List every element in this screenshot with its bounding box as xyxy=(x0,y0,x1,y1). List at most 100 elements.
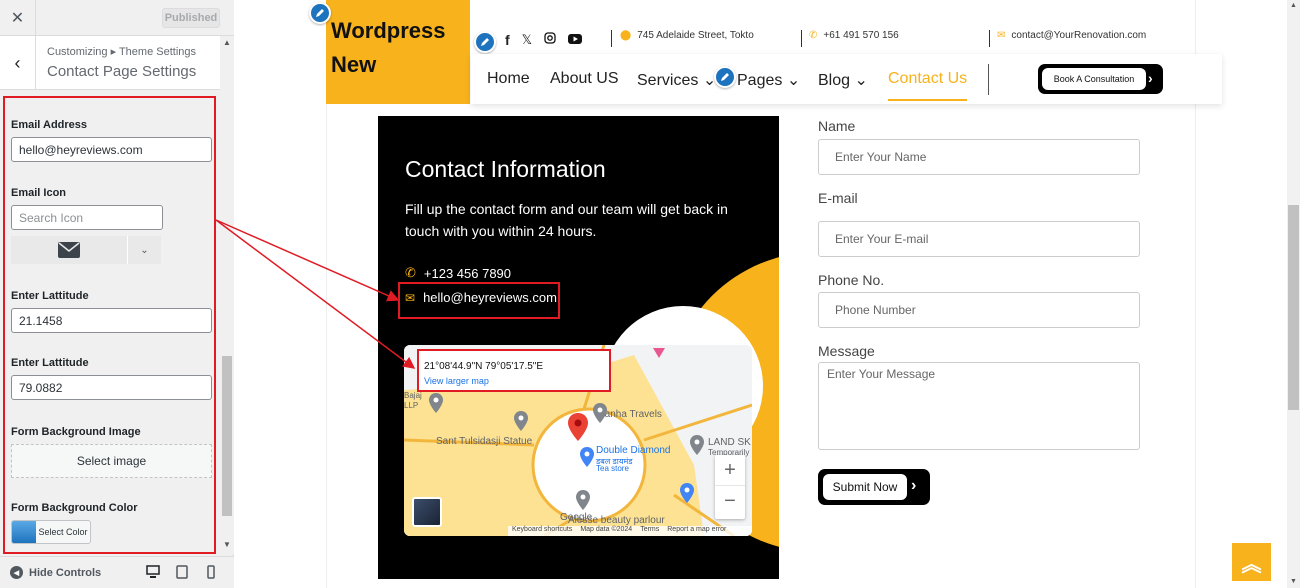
panel-scroll-thumb[interactable] xyxy=(222,356,232,516)
email-info: ✉ contact@YourRenovation.com xyxy=(997,30,1146,41)
site-preview: Wordpress New f 𝕏 ⬤ 745 Adelaide Street,… xyxy=(235,0,1287,588)
breadcrumb: Customizing ▸ Theme Settings xyxy=(47,46,196,58)
back-button[interactable]: ‹ xyxy=(0,36,36,90)
email-text[interactable]: contact@YourRenovation.com xyxy=(1011,30,1146,41)
terms-link[interactable]: Terms xyxy=(640,526,659,536)
youtube-icon[interactable] xyxy=(568,31,583,49)
nav-blog[interactable]: Blog ⌄ xyxy=(818,70,868,90)
submit-button[interactable]: Submit Now › xyxy=(818,469,930,505)
embedded-map[interactable]: 21°08'44.9"N 79°05'17.5"E View larger ma… xyxy=(404,345,752,536)
keyboard-shortcuts-link[interactable]: Keyboard shortcuts xyxy=(512,526,572,536)
map-layer-thumbnail[interactable] xyxy=(412,497,442,527)
book-consultation-button[interactable]: Book A Consultation › xyxy=(1038,64,1163,94)
device-preview-toggles xyxy=(146,565,218,584)
email-highlight-box xyxy=(398,282,560,319)
map-pin-icon xyxy=(593,403,607,428)
map-pin-icon xyxy=(429,393,443,418)
phone-text: +61 491 570 156 xyxy=(823,30,899,41)
latitude-input-2[interactable]: 79.0882 xyxy=(11,375,212,400)
view-larger-map-link[interactable]: View larger map xyxy=(424,376,489,386)
map-label-left-1: Bajaj xyxy=(404,391,422,400)
map-pin-icon: ⬤ xyxy=(620,30,632,41)
bg-color-label: Form Background Color xyxy=(11,502,138,514)
phone-label: Phone No. xyxy=(818,272,885,288)
edit-pencil-icon[interactable] xyxy=(309,2,331,24)
section-title: Contact Page Settings xyxy=(47,63,197,80)
divider xyxy=(611,30,612,47)
contact-phone[interactable]: ✆ +123 456 7890 xyxy=(405,265,511,281)
main-nav: Home About US Services ⌄ Pages ⌄ Blog ⌄ … xyxy=(471,54,1222,104)
map-label-land[interactable]: LAND SK xyxy=(708,437,751,448)
edit-pencil-icon[interactable] xyxy=(714,66,736,88)
tablet-icon[interactable] xyxy=(175,565,189,584)
hide-controls-button[interactable]: ◀ Hide Controls xyxy=(10,566,101,579)
close-customizer-button[interactable]: ✕ xyxy=(0,0,36,36)
latitude-label-2: Enter Lattitude xyxy=(11,357,89,369)
customizer-topbar: ✕ Published xyxy=(0,0,234,36)
select-color-label: Select Color xyxy=(38,527,88,537)
edit-pencil-icon[interactable] xyxy=(474,31,496,53)
facebook-icon[interactable]: f xyxy=(505,32,510,48)
book-consultation-label: Book A Consultation xyxy=(1042,68,1146,90)
name-input[interactable]: Enter Your Name xyxy=(818,139,1140,175)
map-marker-pink-icon xyxy=(653,345,665,363)
instagram-icon[interactable] xyxy=(544,31,556,49)
published-button[interactable]: Published xyxy=(162,8,220,28)
section-header: ‹ Customizing ▸ Theme Settings Contact P… xyxy=(0,36,220,90)
chevron-left-icon: ‹ xyxy=(14,52,21,73)
double-chevron-up-icon: ︽ xyxy=(1241,553,1262,576)
zoom-in-button[interactable]: + xyxy=(715,455,745,485)
icon-picker[interactable]: ⌄ xyxy=(11,236,161,264)
name-label: Name xyxy=(818,118,856,134)
scroll-down-icon[interactable]: ▼ xyxy=(1290,578,1297,585)
close-icon: ✕ xyxy=(10,10,25,27)
map-label-kanha[interactable]: Kanha Travels xyxy=(598,409,662,420)
phone-icon: ✆ xyxy=(809,30,818,41)
nav-services-label: Services xyxy=(637,72,699,89)
scroll-up-icon[interactable]: ▲ xyxy=(223,38,231,47)
nav-blog-label: Blog xyxy=(818,72,851,89)
envelope-icon xyxy=(11,236,127,264)
nav-pages[interactable]: Pages ⌄ xyxy=(737,70,800,90)
map-label-tea-store: Tea store xyxy=(596,464,629,473)
panel-scrollbar[interactable]: ▲ ▼ xyxy=(220,36,234,554)
x-twitter-icon[interactable]: 𝕏 xyxy=(522,32,532,48)
email-input[interactable]: Enter Your E-mail xyxy=(818,221,1140,257)
search-icon-input[interactable]: Search Icon xyxy=(11,205,163,230)
preview-scroll-thumb[interactable] xyxy=(1288,205,1299,410)
submit-label: Submit Now xyxy=(823,474,907,500)
map-label-sant[interactable]: Sant Tulsidasji Statue xyxy=(436,436,532,447)
message-textarea[interactable]: Enter Your Message xyxy=(818,362,1140,450)
back-to-top-button[interactable]: ︽ xyxy=(1232,543,1271,581)
logo-line-2: New xyxy=(331,52,377,77)
scroll-up-icon[interactable]: ▲ xyxy=(1290,2,1297,9)
zoom-out-button[interactable]: − xyxy=(715,485,745,516)
preview-scrollbar[interactable]: ▲ ▼ xyxy=(1287,0,1300,588)
nav-home[interactable]: Home xyxy=(487,70,530,88)
site-logo[interactable]: Wordpress New xyxy=(326,0,470,104)
chevron-down-icon: ⌄ xyxy=(854,72,868,89)
chevron-down-icon[interactable]: ⌄ xyxy=(127,236,161,264)
select-image-button[interactable]: Select image xyxy=(11,444,212,478)
report-error-link[interactable]: Report a map error xyxy=(667,526,726,536)
scroll-down-icon[interactable]: ▼ xyxy=(223,540,231,549)
chevron-right-icon: › xyxy=(911,477,917,494)
nav-divider xyxy=(988,64,989,95)
nav-about[interactable]: About US xyxy=(550,70,618,88)
email-label: E-mail xyxy=(818,190,858,206)
map-label-double-diamond[interactable]: Double Diamond xyxy=(596,445,671,456)
desktop-icon[interactable] xyxy=(146,565,160,584)
nav-services[interactable]: Services ⌄ xyxy=(637,70,716,90)
nav-contact[interactable]: Contact Us xyxy=(888,70,968,101)
email-address-input[interactable]: hello@heyreviews.com xyxy=(11,137,212,162)
latitude-input-1[interactable]: 21.1458 xyxy=(11,308,212,333)
map-zoom-controls[interactable]: + − xyxy=(715,455,745,519)
email-address-label: Email Address xyxy=(11,119,88,131)
mobile-icon[interactable] xyxy=(204,565,218,584)
select-color-button[interactable]: Select Color xyxy=(11,520,91,544)
phone-input[interactable]: Phone Number xyxy=(818,292,1140,328)
contact-phone-text: +123 456 7890 xyxy=(423,265,512,281)
message-label: Message xyxy=(818,343,875,359)
map-pin-blue-icon xyxy=(580,447,594,472)
map-pin-icon xyxy=(514,411,528,436)
